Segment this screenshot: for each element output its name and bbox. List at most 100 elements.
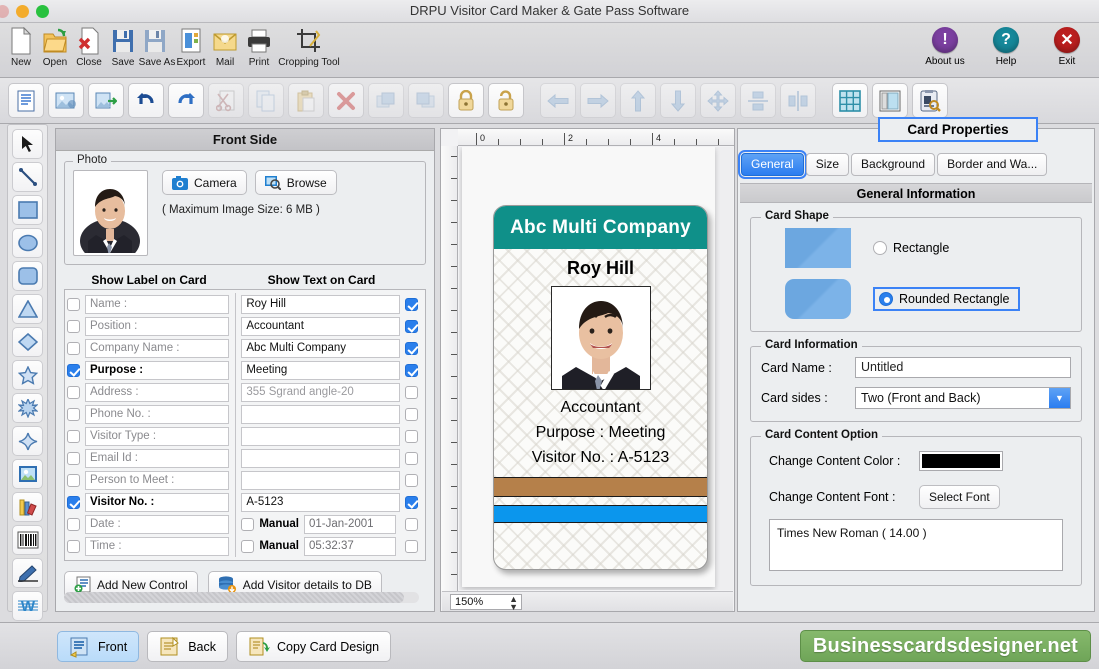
field-text[interactable] bbox=[241, 426, 400, 446]
radio-button[interactable] bbox=[879, 292, 893, 306]
field-label[interactable]: Address : bbox=[85, 382, 230, 402]
toolbar-button-help[interactable]: ? Help bbox=[980, 27, 1032, 67]
tab-size[interactable]: Size bbox=[805, 153, 850, 176]
card-sides-select[interactable]: Two (Front and Back) ▼ bbox=[855, 387, 1071, 409]
field-text[interactable] bbox=[241, 448, 400, 468]
label-checkbox[interactable] bbox=[67, 539, 80, 553]
card-page[interactable]: Abc Multi Company Roy Hill Accountant Pu… bbox=[462, 147, 715, 587]
center-both-icon-button[interactable] bbox=[700, 83, 736, 118]
signature-tool-icon[interactable] bbox=[12, 558, 43, 588]
diamond-tool-icon[interactable] bbox=[12, 327, 43, 357]
paste-icon-button[interactable] bbox=[288, 83, 324, 118]
label-checkbox[interactable] bbox=[67, 297, 80, 311]
text-document-icon-button[interactable] bbox=[8, 83, 44, 118]
export-image-icon-button[interactable] bbox=[88, 83, 124, 118]
rounded-rectangle-tool-icon[interactable] bbox=[12, 261, 43, 291]
text-checkbox[interactable] bbox=[405, 451, 418, 465]
burst-tool-icon[interactable] bbox=[12, 393, 43, 423]
field-text[interactable]: Roy Hill bbox=[241, 294, 400, 314]
field-text[interactable]: Accountant bbox=[241, 316, 400, 336]
time-value[interactable]: 05:32:37 bbox=[303, 536, 396, 556]
text-checkbox[interactable] bbox=[405, 385, 418, 399]
camera-button[interactable]: Camera bbox=[162, 170, 247, 195]
redo-icon-button[interactable] bbox=[168, 83, 204, 118]
tab-general[interactable]: General bbox=[738, 150, 807, 179]
text-checkbox[interactable] bbox=[405, 539, 418, 553]
date-manual-checkbox[interactable] bbox=[241, 517, 255, 531]
card-name-input[interactable]: Untitled bbox=[855, 357, 1071, 378]
field-text[interactable]: A-5123 bbox=[241, 492, 400, 512]
toolbar-button-cropping-tool[interactable]: Cropping Tool bbox=[276, 25, 342, 77]
text-checkbox[interactable] bbox=[405, 363, 418, 377]
radio-rectangle[interactable]: Rectangle bbox=[873, 241, 949, 255]
align-bottom-icon-button[interactable] bbox=[660, 83, 696, 118]
canvas-scroll-area[interactable]: Abc Multi Company Roy Hill Accountant Pu… bbox=[459, 147, 733, 590]
rounded-rectangle-swatch-icon[interactable] bbox=[785, 279, 851, 319]
text-checkbox[interactable] bbox=[405, 407, 418, 421]
field-text[interactable]: 355 Sgrand angle-20 bbox=[241, 382, 400, 402]
toolbar-button-new[interactable]: New bbox=[4, 25, 38, 77]
field-label[interactable]: Name : bbox=[85, 294, 230, 314]
copy-card-design-button[interactable]: Copy Card Design bbox=[235, 631, 392, 662]
lock-icon-button[interactable] bbox=[448, 83, 484, 118]
tab-border-and-watermark[interactable]: Border and Wa... bbox=[937, 153, 1048, 176]
copy-icon-button[interactable] bbox=[248, 83, 284, 118]
center-vertical-icon-button[interactable] bbox=[740, 83, 776, 118]
field-label[interactable]: Time : bbox=[85, 536, 230, 556]
barcode-tool-icon[interactable] bbox=[12, 525, 43, 555]
card-properties-icon-button[interactable] bbox=[912, 83, 948, 118]
field-text[interactable] bbox=[241, 404, 400, 424]
field-label[interactable]: Visitor Type : bbox=[85, 426, 230, 446]
text-checkbox[interactable] bbox=[405, 319, 418, 333]
label-checkbox[interactable] bbox=[67, 429, 80, 443]
unlock-icon-button[interactable] bbox=[488, 83, 524, 118]
tab-background[interactable]: Background bbox=[851, 153, 936, 176]
zoom-level-selector[interactable]: 150% ▲ ▼ bbox=[450, 594, 522, 612]
label-checkbox[interactable] bbox=[67, 341, 80, 355]
label-checkbox[interactable] bbox=[67, 407, 80, 421]
field-label[interactable]: Company Name : bbox=[85, 338, 230, 358]
text-checkbox[interactable] bbox=[405, 297, 418, 311]
photo-preview[interactable] bbox=[73, 170, 148, 256]
library-tool-icon[interactable] bbox=[12, 492, 43, 522]
text-checkbox[interactable] bbox=[405, 517, 418, 531]
toolbar-button-open[interactable]: Open bbox=[38, 25, 72, 77]
toolbar-button-about-us[interactable]: ! About us bbox=[919, 27, 971, 67]
text-checkbox[interactable] bbox=[405, 495, 418, 509]
time-manual-checkbox[interactable] bbox=[241, 539, 255, 553]
text-checkbox[interactable] bbox=[405, 473, 418, 487]
cut-icon-button[interactable] bbox=[208, 83, 244, 118]
toolbar-button-print[interactable]: Print bbox=[242, 25, 276, 77]
delete-icon-button[interactable] bbox=[328, 83, 364, 118]
line-tool-icon[interactable] bbox=[12, 162, 43, 192]
field-label[interactable]: Email Id : bbox=[85, 448, 230, 468]
rectangle-swatch-icon[interactable] bbox=[785, 228, 851, 268]
field-label[interactable]: Date : bbox=[85, 514, 230, 534]
field-text[interactable]: Abc Multi Company bbox=[241, 338, 400, 358]
id-card-preview[interactable]: Abc Multi Company Roy Hill Accountant Pu… bbox=[493, 205, 708, 570]
date-value[interactable]: 01-Jan-2001 bbox=[303, 514, 396, 534]
front-side-button[interactable]: Front bbox=[57, 631, 140, 662]
field-label[interactable]: Purpose : bbox=[85, 360, 230, 380]
grid-icon-button[interactable] bbox=[832, 83, 868, 118]
triangle-tool-icon[interactable] bbox=[12, 294, 43, 324]
label-checkbox[interactable] bbox=[67, 517, 80, 531]
text-checkbox[interactable] bbox=[405, 341, 418, 355]
align-left-icon-button[interactable] bbox=[540, 83, 576, 118]
undo-icon-button[interactable] bbox=[128, 83, 164, 118]
content-color-swatch[interactable] bbox=[919, 451, 1003, 471]
label-checkbox[interactable] bbox=[67, 363, 80, 377]
back-side-button[interactable]: Back bbox=[147, 631, 228, 662]
ellipse-tool-icon[interactable] bbox=[12, 228, 43, 258]
field-label[interactable]: Position : bbox=[85, 316, 230, 336]
toolbar-button-mail[interactable]: Mail bbox=[208, 25, 242, 77]
select-font-button[interactable]: Select Font bbox=[919, 485, 1000, 509]
toolbar-button-exit[interactable]: ✕ Exit bbox=[1041, 27, 1093, 67]
browse-button[interactable]: Browse bbox=[254, 170, 337, 195]
field-text[interactable] bbox=[241, 470, 400, 490]
field-label[interactable]: Visitor No. : bbox=[85, 492, 230, 512]
pointer-tool-icon[interactable] bbox=[12, 129, 43, 159]
toolbar-button-save-as[interactable]: Save As bbox=[139, 25, 175, 77]
text-checkbox[interactable] bbox=[405, 429, 418, 443]
toolbar-button-close[interactable]: Close bbox=[72, 25, 106, 77]
